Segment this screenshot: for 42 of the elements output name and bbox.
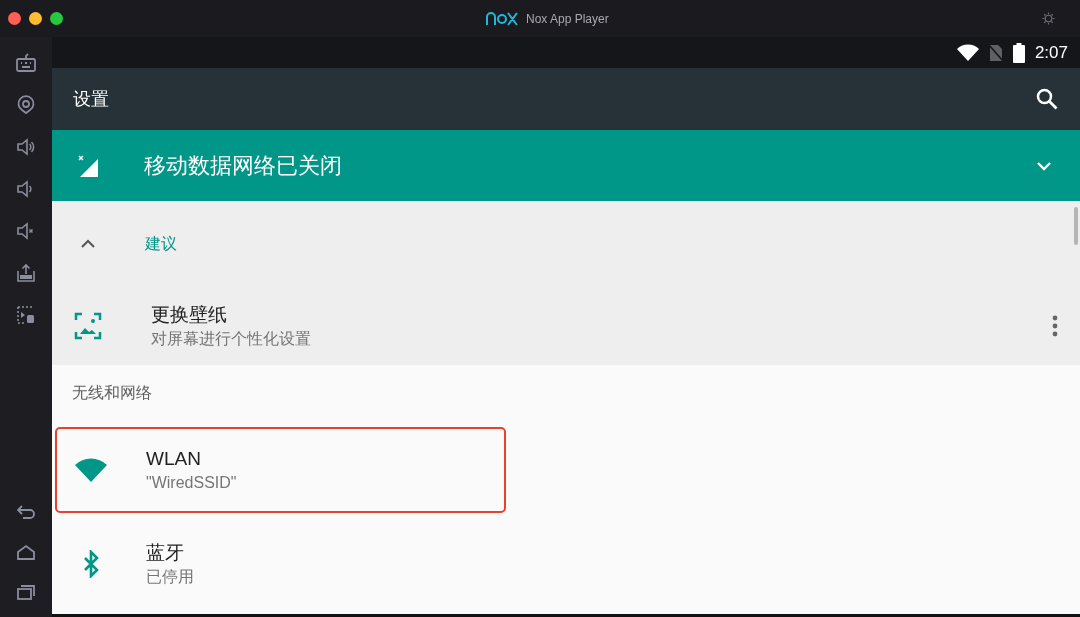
collapse-icon[interactable]: [80, 239, 96, 249]
section-header: 建议: [145, 234, 177, 254]
mobile-data-banner[interactable]: 移动数据网络已关闭: [52, 130, 1080, 201]
search-icon[interactable]: [1035, 87, 1059, 111]
back-icon[interactable]: [16, 503, 36, 521]
volume-up-icon[interactable]: [16, 137, 36, 157]
settings-icon[interactable]: [1042, 12, 1055, 25]
apk-install-icon[interactable]: [16, 263, 36, 283]
maximize-button[interactable]: [50, 12, 63, 25]
logo-icon: [486, 12, 518, 26]
no-sim-icon: [988, 43, 1003, 62]
recents-icon[interactable]: [16, 583, 36, 601]
section-header: 无线和网络: [71, 383, 153, 403]
battery-icon: [1012, 42, 1025, 63]
wifi-icon: [956, 44, 979, 61]
wifi-icon: [75, 458, 107, 482]
item-summary: 对屏幕进行个性化设置: [151, 329, 312, 349]
keyboard-icon[interactable]: [15, 53, 37, 73]
item-summary: 已停用: [146, 567, 194, 587]
scrollbar[interactable]: [1074, 207, 1078, 245]
close-button[interactable]: [8, 12, 21, 25]
chevron-icon[interactable]: [1036, 160, 1052, 171]
minimize-button[interactable]: [29, 12, 42, 25]
item-title: 蓝牙: [146, 541, 185, 565]
settings-item[interactable]: WLAN "WiredSSID": [55, 427, 506, 513]
item-title: 更换壁纸: [151, 303, 228, 327]
banner-title: 移动数据网络已关闭: [144, 152, 343, 180]
settings-item[interactable]: 蓝牙 已停用: [55, 521, 506, 607]
multi-instance-icon[interactable]: [16, 305, 36, 325]
suggestion-item[interactable]: 更换壁纸 对屏幕进行个性化设置: [52, 287, 1080, 365]
wallpaper-icon: [74, 312, 102, 340]
mobile-data-off-icon: [78, 154, 98, 177]
item-title: WLAN: [146, 447, 202, 471]
location-icon[interactable]: [16, 95, 36, 115]
bluetooth-icon: [83, 550, 99, 578]
status-time: 2:07: [1034, 41, 1068, 64]
mute-icon[interactable]: [16, 221, 36, 241]
app-bar-title: 设置: [73, 87, 109, 111]
window-title: Nox App Player: [526, 11, 609, 28]
item-summary: "WiredSSID": [146, 473, 237, 493]
home-icon[interactable]: [16, 543, 36, 561]
more-icon[interactable]: [1052, 315, 1058, 337]
